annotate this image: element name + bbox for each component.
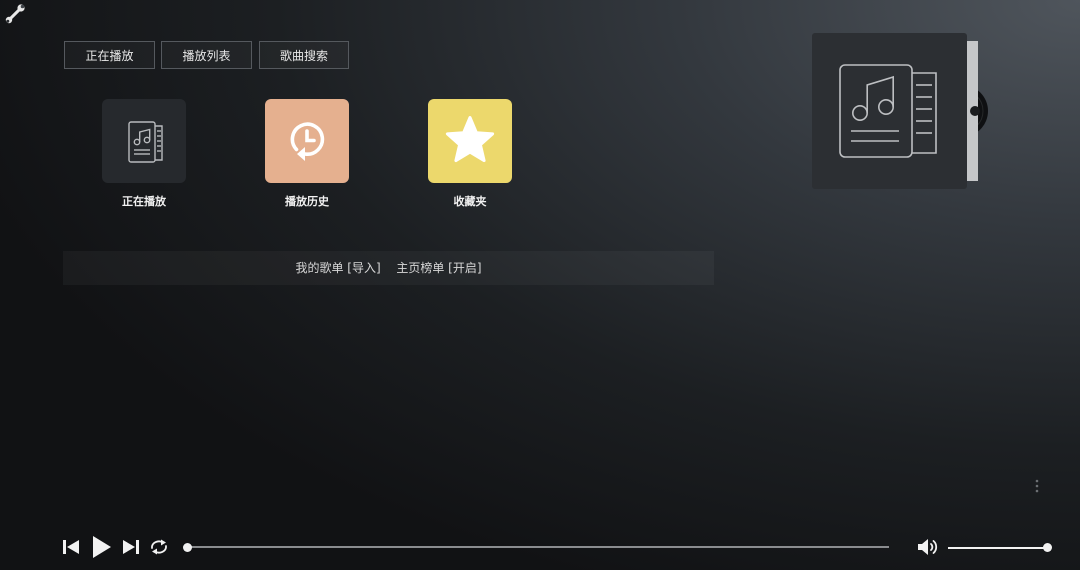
tab-song-search[interactable]: 歌曲搜索 bbox=[259, 41, 349, 69]
volume-handle[interactable] bbox=[1043, 543, 1052, 552]
repeat-button[interactable] bbox=[148, 535, 170, 559]
tile-label: 播放历史 bbox=[285, 195, 329, 208]
repeat-icon bbox=[151, 539, 167, 555]
skip-previous-icon bbox=[63, 540, 79, 554]
skip-next-icon bbox=[123, 540, 139, 554]
play-button[interactable] bbox=[89, 535, 115, 559]
tile-label: 正在播放 bbox=[122, 195, 166, 208]
song-list-bar: 我的歌单 [导入] 主页榜单 [开启] bbox=[63, 251, 714, 285]
volume-button[interactable] bbox=[915, 535, 941, 559]
history-clock-icon bbox=[265, 99, 349, 183]
progress-bar[interactable] bbox=[187, 546, 889, 548]
tile-play-history[interactable]: 播放历史 bbox=[265, 99, 349, 209]
tile-now-playing[interactable]: 正在播放 bbox=[102, 99, 186, 209]
tab-now-playing[interactable]: 正在播放 bbox=[64, 41, 155, 69]
tile-label: 收藏夹 bbox=[453, 195, 487, 208]
enable-link[interactable]: [开启] bbox=[448, 261, 481, 275]
play-icon bbox=[93, 536, 111, 558]
music-document-icon bbox=[839, 64, 937, 158]
volume-icon bbox=[918, 539, 938, 555]
previous-button[interactable] bbox=[60, 535, 82, 559]
star-icon bbox=[428, 99, 512, 183]
import-link[interactable]: [导入] bbox=[347, 261, 380, 275]
wrench-icon[interactable] bbox=[4, 3, 26, 25]
my-playlists-label[interactable]: 我的歌单 bbox=[295, 261, 343, 275]
music-document-icon bbox=[102, 99, 186, 183]
album-art bbox=[812, 33, 992, 189]
next-button[interactable] bbox=[120, 535, 142, 559]
volume-fill bbox=[948, 547, 1048, 549]
tile-favorites[interactable]: 收藏夹 bbox=[428, 99, 512, 209]
home-chart-label[interactable]: 主页榜单 bbox=[396, 261, 444, 275]
tab-playlist[interactable]: 播放列表 bbox=[161, 41, 252, 69]
kebab-icon[interactable] bbox=[1027, 476, 1047, 496]
progress-handle[interactable] bbox=[183, 543, 192, 552]
